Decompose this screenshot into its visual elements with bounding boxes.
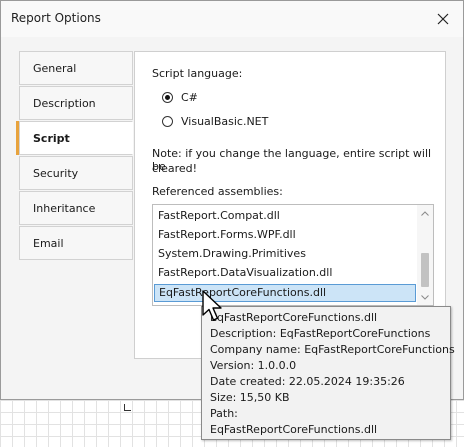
tab-inheritance[interactable]: Inheritance — [19, 191, 133, 225]
script-language-label: Script language: — [152, 67, 243, 80]
radio-label: VisualBasic.NET — [181, 115, 269, 128]
list-item[interactable]: FastReport.DataVisualization.dll — [154, 264, 416, 282]
radio-label: C# — [181, 91, 198, 104]
list-scrollbar[interactable] — [417, 205, 433, 305]
tab-label: Description — [33, 96, 96, 110]
scroll-thumb[interactable] — [421, 253, 429, 287]
language-change-note-cont: cleared! — [152, 162, 198, 175]
tab-security[interactable]: Security — [19, 156, 133, 190]
scroll-down-button[interactable] — [417, 289, 433, 305]
dialog-title: Report Options — [11, 11, 101, 25]
tooltip-line: Date created: 22.05.2024 19:35:26 — [210, 375, 405, 388]
radio-button-selected — [162, 92, 173, 103]
chevron-up-icon — [421, 210, 429, 216]
tab-label: Script — [33, 131, 70, 145]
tooltip-line: Path: — [210, 407, 238, 420]
close-icon — [437, 13, 449, 25]
scroll-up-button[interactable] — [417, 205, 433, 221]
mouse-pointer-icon — [202, 290, 222, 321]
list-item[interactable]: FastReport.Compat.dll — [154, 207, 416, 225]
close-button[interactable] — [423, 1, 463, 37]
tooltip-line: Company name: EqFastReportCoreFunctions — [210, 343, 455, 356]
list-item[interactable]: System.Drawing.Primitives — [154, 245, 416, 263]
tooltip-line: Version: 1.0.0.0 — [210, 359, 297, 372]
referenced-assemblies-list[interactable]: FastReport.Compat.dll FastReport.Forms.W… — [152, 204, 434, 306]
tooltip-line: EqFastReportCoreFunctions.dll — [210, 311, 378, 324]
list-item[interactable]: FastReport.Forms.WPF.dll — [154, 226, 416, 244]
tab-general[interactable]: General — [19, 51, 133, 85]
tooltip-line: Description: EqFastReportCoreFunctions — [210, 327, 431, 340]
list-item-selected[interactable]: EqFastReportCoreFunctions.dll — [154, 284, 416, 302]
radio-button — [162, 116, 173, 127]
options-tab-list: General Description Script Security Inhe… — [16, 51, 135, 261]
title-bar: Report Options — [1, 1, 463, 37]
tooltip-line: Size: 15,50 KB — [210, 391, 290, 404]
tab-label: Email — [33, 236, 64, 250]
tab-email[interactable]: Email — [19, 226, 133, 260]
radio-csharp[interactable]: C# — [162, 91, 198, 104]
assembly-info-tooltip: EqFastReportCoreFunctions.dll Descriptio… — [201, 306, 455, 440]
tab-script[interactable]: Script — [16, 121, 133, 155]
referenced-assemblies-label: Referenced assemblies: — [152, 185, 283, 198]
selection-corner-marker — [124, 404, 131, 411]
radio-visualbasic[interactable]: VisualBasic.NET — [162, 115, 268, 128]
tab-label: General — [33, 61, 77, 75]
chevron-down-icon — [421, 294, 429, 300]
tab-description[interactable]: Description — [19, 86, 133, 120]
tooltip-line: EqFastReportCoreFunctions.dll — [210, 423, 378, 436]
tab-label: Inheritance — [33, 201, 96, 215]
tab-label: Security — [33, 166, 79, 180]
